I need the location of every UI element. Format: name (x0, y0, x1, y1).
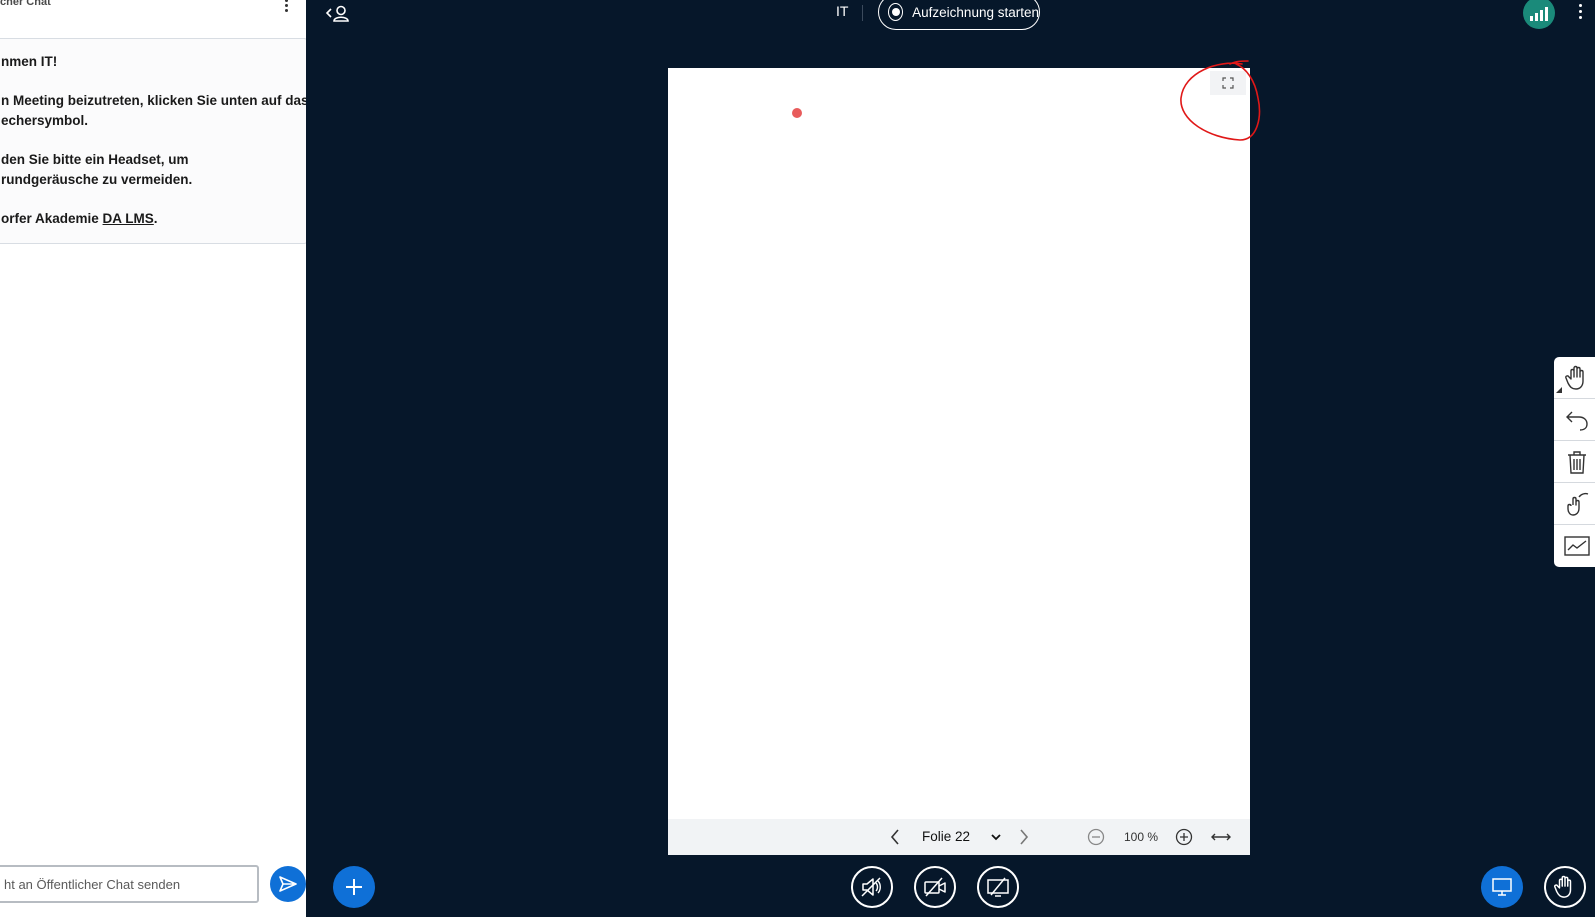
presentation-icon (1492, 878, 1512, 896)
screenshare-off-icon (987, 877, 1009, 897)
camera-off-icon (924, 877, 946, 897)
connection-status-button[interactable] (1523, 0, 1555, 29)
toggle-userlist-button[interactable] (324, 3, 352, 25)
chat-panel: cher Chat nmen IT! n Meeting beizutreten… (0, 0, 306, 917)
presentation-toggle-button[interactable] (1481, 866, 1523, 908)
plus-icon (346, 879, 362, 895)
welcome-line: orfer Akademie DA LMS. (1, 211, 158, 226)
tool-selected-indicator (1556, 387, 1562, 393)
clear-annotations-button[interactable] (1554, 441, 1595, 483)
signal-bars-icon (1530, 16, 1533, 21)
fit-to-width-button[interactable] (1207, 819, 1235, 855)
chevron-right-icon (1020, 829, 1029, 845)
fullscreen-icon (1222, 77, 1234, 89)
slide-select-dropdown[interactable] (986, 819, 1006, 855)
previous-slide-button[interactable] (883, 819, 907, 855)
zoom-in-button[interactable] (1172, 819, 1196, 855)
welcome-line: den Sie bitte ein Headset, um rundgeräusc… (1, 152, 193, 187)
zoom-in-icon (1175, 828, 1193, 846)
join-audio-button[interactable] (851, 866, 893, 908)
chat-options-icon[interactable] (280, 0, 292, 12)
pen-tool-button[interactable] (1554, 525, 1595, 567)
actions-button[interactable] (333, 866, 375, 908)
zoom-out-icon (1087, 828, 1105, 846)
fit-width-icon (1211, 833, 1231, 841)
multi-user-whiteboard-button[interactable] (1554, 483, 1595, 525)
lms-link[interactable]: DA LMS (103, 211, 154, 226)
multi-user-pen-icon (1566, 492, 1588, 516)
slide-number[interactable]: Folie 22 (922, 829, 970, 844)
undo-annotation-button[interactable] (1554, 399, 1595, 441)
options-menu-icon[interactable] (1574, 3, 1586, 23)
welcome-message: nmen IT! n Meeting beizutreten, klicken … (0, 38, 306, 244)
welcome-line: nmen IT! (1, 54, 58, 69)
presentation-slide[interactable] (668, 68, 1250, 819)
trash-icon (1567, 450, 1586, 474)
hand-icon (1564, 365, 1584, 390)
share-webcam-button[interactable] (914, 866, 956, 908)
send-icon (279, 876, 297, 892)
start-recording-button[interactable]: Aufzeichnung starten (878, 0, 1040, 30)
user-list-icon (325, 5, 349, 22)
chevron-left-icon (890, 829, 899, 845)
chat-title: cher Chat (0, 0, 51, 8)
slide-controls: Folie 22 100 % (668, 819, 1250, 855)
record-icon (888, 3, 904, 21)
send-message-button[interactable] (270, 866, 306, 902)
presenter-pointer (792, 108, 802, 118)
meeting-name: IT (836, 3, 849, 19)
raise-hand-button[interactable] (1544, 866, 1586, 908)
record-label: Aufzeichnung starten (912, 4, 1039, 20)
raise-hand-icon (1554, 875, 1572, 898)
zoom-out-button[interactable] (1084, 819, 1108, 855)
header-divider (862, 5, 863, 21)
share-screen-button[interactable] (977, 866, 1019, 908)
zoom-level: 100 % (1124, 830, 1159, 844)
undo-icon (1565, 411, 1588, 431)
fullscreen-button[interactable] (1210, 71, 1246, 95)
whiteboard-toolbar (1554, 357, 1595, 567)
chat-message-input[interactable] (0, 865, 259, 903)
speaker-muted-icon (861, 877, 881, 897)
chevron-down-icon (991, 834, 1001, 841)
line-chart-pen-icon (1563, 536, 1590, 556)
next-slide-button[interactable] (1012, 819, 1036, 855)
welcome-line: n Meeting beizutreten, klicken Sie unten… (1, 93, 306, 128)
